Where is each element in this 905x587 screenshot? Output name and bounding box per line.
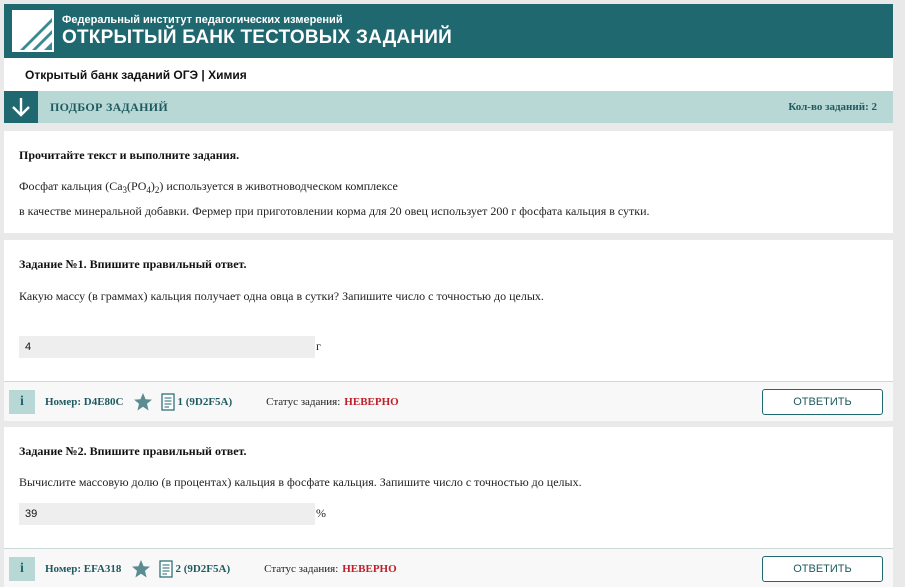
doc-code[interactable]: 2 (9D2F5A) [175,563,230,575]
answer-unit: % [316,506,326,520]
answer-button[interactable]: ОТВЕТИТЬ [762,388,883,415]
answer-input[interactable]: 39 [19,503,315,525]
task-number: Номер: D4E80C [45,395,124,408]
info-button[interactable]: i [9,389,35,414]
intro-line-1: Фосфат кальция (Ca3(PO4)2) используется … [19,179,398,195]
status-badge: НЕВЕРНО [344,395,399,408]
intro-line-2: в качестве минеральной добавки. Фермер п… [19,204,650,218]
intro-text-part: (PO [127,179,147,193]
fipi-logo-icon[interactable] [12,10,54,52]
answer-unit: г [316,339,321,353]
arrow-down-icon[interactable] [4,91,38,123]
intro-heading: Прочитайте текст и выполните задания. [19,148,240,162]
status-badge: НЕВЕРНО [342,562,397,575]
task-card-2: Задание №2. Впишите правильный ответ. Вы… [4,427,893,549]
intro-text-part: Фосфат кальция (Ca [19,179,123,193]
task-heading: Задание №1. Впишите правильный ответ. [19,257,247,271]
task-card-1: Задание №1. Впишите правильный ответ. Ка… [4,240,893,381]
brand: Федеральный институт педагогических изме… [62,14,452,49]
info-button[interactable]: i [9,556,35,581]
site-header: Федеральный институт педагогических изме… [4,4,893,58]
brand-title[interactable]: ОТКРЫТЫЙ БАНК ТЕСТОВЫХ ЗАДАНИЙ [62,27,452,49]
star-icon[interactable] [133,392,153,412]
brand-subtitle: Федеральный институт педагогических изме… [62,13,343,26]
task-heading: Задание №2. Впишите правильный ответ. [19,444,247,458]
task-number: Номер: EFA318 [45,562,122,575]
doc-code[interactable]: 1 (9D2F5A) [177,396,232,408]
breadcrumb-bar: Открытый банк заданий ОГЭ | Химия [4,58,893,91]
task-question: Вычислите массовую долю (в процентах) ка… [19,475,582,489]
breadcrumb: Открытый банк заданий ОГЭ | Химия [25,67,247,82]
answer-button[interactable]: ОТВЕТИТЬ [762,555,883,582]
task-meta-bar-2: i Номер: EFA318 2 (9D2F5A) Статус задани… [4,548,893,587]
document-icon[interactable] [161,392,176,411]
status-label: Статус задания: [266,395,341,408]
task-count: Кол-во заданий: 2 [788,101,877,113]
filter-title[interactable]: ПОДБОР ЗАДАНИЙ [50,100,168,115]
intro-text-part: ) используется в животноводческом компле… [159,179,398,193]
document-icon[interactable] [159,559,174,578]
star-icon[interactable] [131,559,151,579]
filter-bar[interactable]: ПОДБОР ЗАДАНИЙ Кол-во заданий: 2 [4,91,893,123]
status-label: Статус задания: [264,562,339,575]
task-question: Какую массу (в граммах) кальция получает… [19,289,544,303]
answer-input[interactable]: 4 [19,336,315,358]
task-meta-bar-1: i Номер: D4E80C 1 (9D2F5A) Статус задани… [4,381,893,421]
intro-card: Прочитайте текст и выполните задания. Фо… [4,131,893,233]
